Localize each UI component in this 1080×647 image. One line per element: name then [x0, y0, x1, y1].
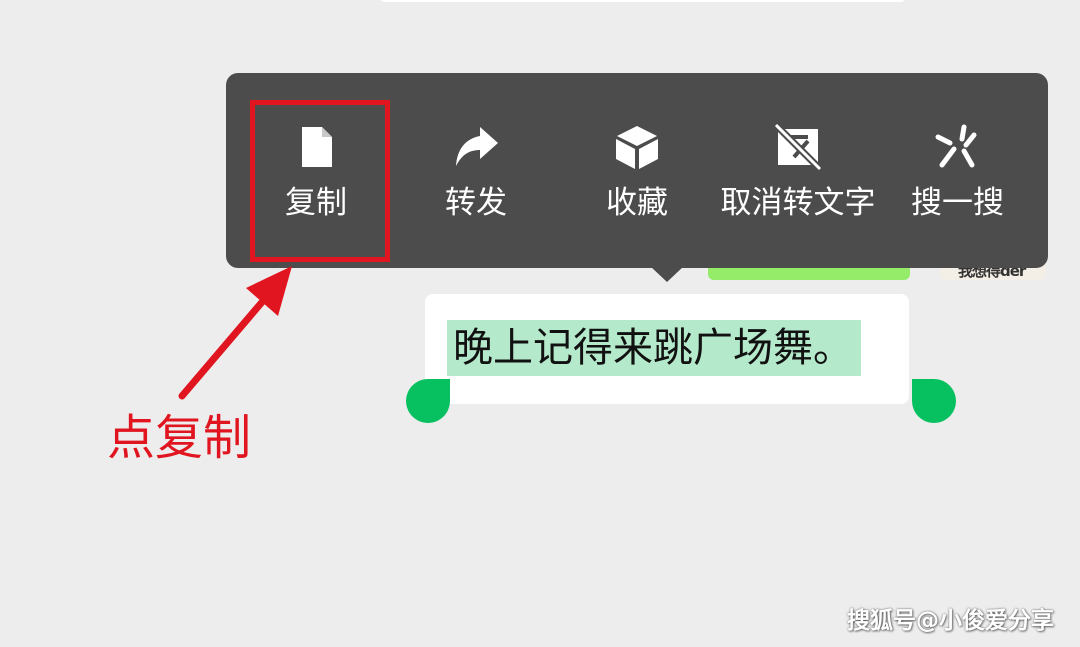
search-sparkle-icon	[934, 123, 982, 171]
message-bubble[interactable]: 晚上记得来跳广场舞。	[425, 294, 909, 404]
search-label: 搜一搜	[911, 185, 1004, 221]
cancel-transcribe-label: 取消转文字	[720, 185, 876, 221]
annotation-label: 点复制	[107, 410, 252, 466]
favorite-label: 收藏	[606, 185, 668, 221]
previous-message-bubble	[378, 0, 908, 2]
watermark: 搜狐号@小俊爱分享	[847, 608, 1054, 634]
selection-end-handle[interactable]	[912, 379, 956, 423]
cancel-transcribe-icon	[774, 123, 822, 171]
search-button[interactable]: 搜一搜	[906, 117, 1009, 237]
favorite-button[interactable]: 收藏	[587, 117, 687, 237]
forward-label: 转发	[445, 185, 507, 221]
cancel-transcribe-button[interactable]: 取消转文字	[713, 117, 883, 237]
context-menu-pointer	[650, 266, 684, 282]
annotation-arrow-icon	[178, 266, 292, 400]
selection-start-handle[interactable]	[406, 379, 450, 423]
forward-arrow-icon	[452, 123, 500, 171]
forward-button[interactable]: 转发	[426, 117, 526, 237]
selected-message-text[interactable]: 晚上记得来跳广场舞。	[447, 320, 861, 376]
cube-icon	[613, 123, 661, 171]
copy-highlight-box	[250, 100, 390, 262]
